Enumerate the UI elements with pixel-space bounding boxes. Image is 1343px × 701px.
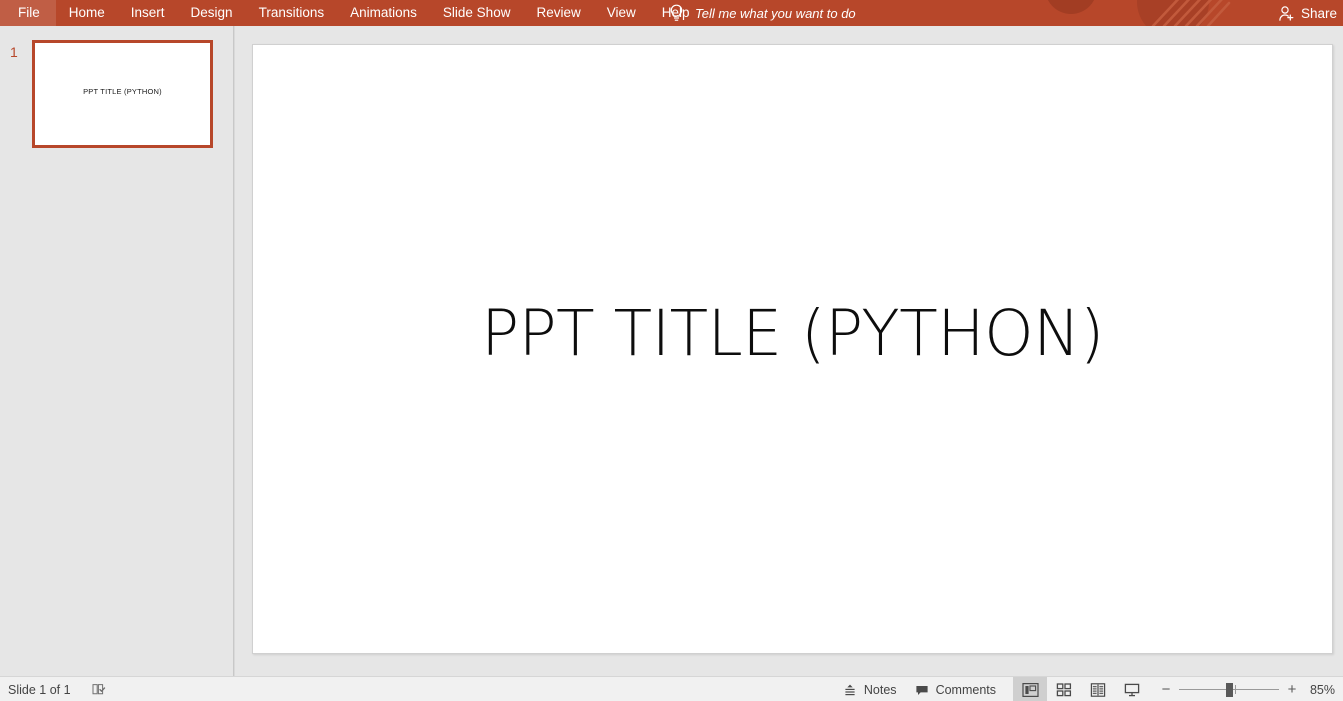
zoom-out-button[interactable]: − [1155,677,1177,701]
tab-animations[interactable]: Animations [337,0,430,26]
slide-sorter-icon [1056,682,1072,698]
reading-view-button[interactable] [1081,677,1115,701]
share-label: Share [1301,6,1337,21]
tab-transitions[interactable]: Transitions [246,0,338,26]
zoom-in-button[interactable]: + [1281,677,1303,701]
comment-bubble-icon [915,683,929,697]
slide-show-icon [1124,682,1140,698]
slide-thumbnail-title: PPT TITLE (PYTHON) [35,87,210,96]
status-bar: Slide 1 of 1 Notes [0,676,1343,701]
tell-me-box[interactable]: Tell me what you want to do [668,0,856,26]
zoom-slider-handle[interactable] [1226,683,1233,697]
accessibility-checker-icon [91,682,106,697]
tab-view[interactable]: View [594,0,649,26]
slide-editing-area: PPT TITLE (PYTHON) [235,26,1343,676]
powerpoint-window: File Home Insert Design Transitions Anim… [0,0,1343,701]
slide-sorter-button[interactable] [1047,677,1081,701]
status-bar-left: Slide 1 of 1 [0,677,106,701]
normal-view-button[interactable] [1013,677,1047,701]
zoom-control: − + 85% [1155,677,1343,701]
zoom-percent-label[interactable]: 85% [1303,683,1343,697]
tab-home[interactable]: Home [56,0,118,26]
slide-thumbnail-pane[interactable]: 1 PPT TITLE (PYTHON) [0,26,233,676]
slide-canvas[interactable]: PPT TITLE (PYTHON) [252,44,1333,654]
person-add-icon [1278,5,1295,22]
share-button[interactable]: Share [1270,0,1343,26]
comments-label: Comments [936,683,996,697]
tab-design[interactable]: Design [178,0,246,26]
slide-count-label: Slide 1 of 1 [8,683,71,697]
zoom-slider-tick [1235,685,1236,694]
zoom-slider[interactable] [1179,677,1279,701]
workspace: 1 PPT TITLE (PYTHON) PPT TITLE (PYTHON) [0,26,1343,676]
ribbon-tab-bar: File Home Insert Design Transitions Anim… [0,0,1343,26]
view-buttons-group [1013,677,1149,701]
notes-button[interactable]: Notes [834,677,906,701]
tell-me-label: Tell me what you want to do [695,6,856,21]
tab-review[interactable]: Review [523,0,593,26]
slide-thumbnail-item[interactable]: 1 PPT TITLE (PYTHON) [0,38,233,156]
notes-icon [843,683,857,697]
reading-view-icon [1090,682,1106,698]
tab-slide-show[interactable]: Slide Show [430,0,524,26]
status-bar-right: Notes Comments [834,677,1343,701]
ribbon-tabs: File Home Insert Design Transitions Anim… [0,0,703,26]
normal-view-icon [1022,682,1039,698]
notes-label: Notes [864,683,897,697]
slide-show-button[interactable] [1115,677,1149,701]
tab-file[interactable]: File [0,0,56,26]
slide-number-label: 1 [10,44,18,60]
lightbulb-icon [668,3,685,23]
slide-thumbnail-preview[interactable]: PPT TITLE (PYTHON) [32,40,213,148]
comments-button[interactable]: Comments [906,677,1005,701]
slide-title-placeholder[interactable]: PPT TITLE (PYTHON) [253,297,1332,370]
accessibility-checker-button[interactable] [91,682,106,697]
tab-insert[interactable]: Insert [118,0,178,26]
